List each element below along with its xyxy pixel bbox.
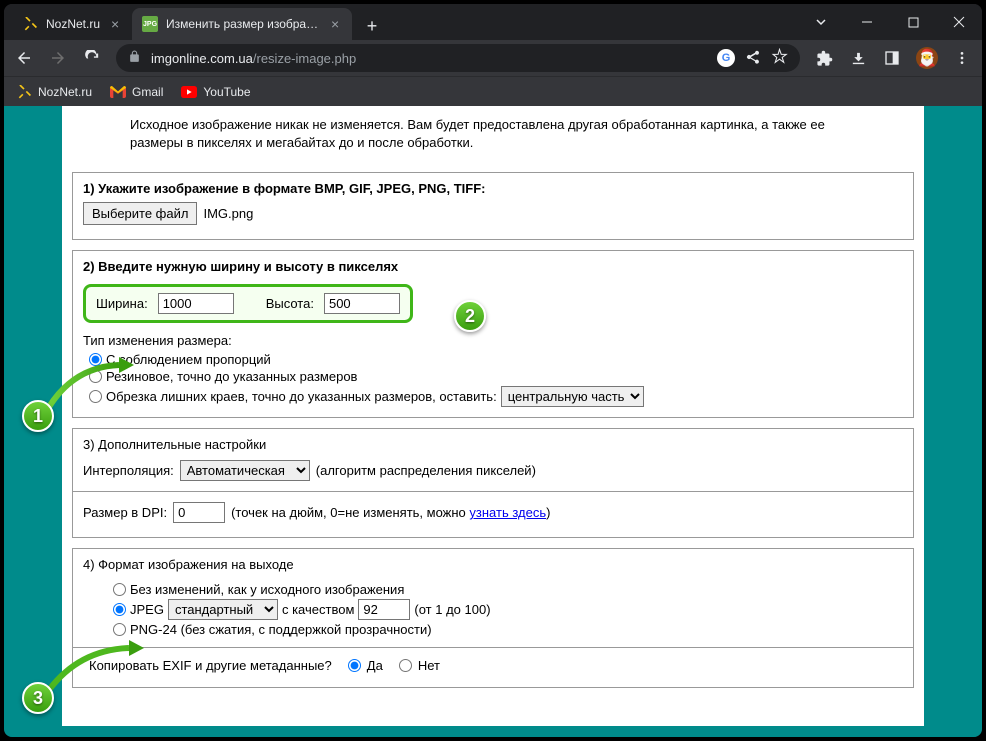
interpolation-select[interactable]: Автоматическая xyxy=(180,460,310,481)
section-2-dimensions: 2) Введите нужную ширину и высоту в пикс… xyxy=(72,250,914,418)
radio-format-png-label: PNG-24 (без сжатия, с поддержкой прозрач… xyxy=(130,622,432,637)
page-content[interactable]: Исходное изображение никак не изменяется… xyxy=(4,106,982,737)
section-1-file: 1) Укажите изображение в формате BMP, GI… xyxy=(72,172,914,240)
window-chevron-icon[interactable] xyxy=(798,6,844,38)
menu-icon[interactable] xyxy=(952,48,972,68)
wrench-icon xyxy=(22,16,38,32)
extensions-icon[interactable] xyxy=(814,48,834,68)
radio-format-same-label: Без изменений, как у исходного изображен… xyxy=(130,582,404,597)
jpeg-label: JPEG xyxy=(130,602,164,617)
bookmark-noznet[interactable]: NozNet.ru xyxy=(16,84,92,100)
tab-imgonline[interactable]: JPG Изменить размер изображения × xyxy=(132,8,352,40)
lock-icon xyxy=(128,50,141,66)
interpolation-note: (алгоритм распределения пикселей) xyxy=(316,463,536,478)
choose-file-button[interactable]: Выберите файл xyxy=(83,202,197,225)
width-label: Ширина: xyxy=(96,296,148,311)
quality-range-label: (от 1 до 100) xyxy=(414,602,490,617)
close-window-button[interactable] xyxy=(936,6,982,38)
interpolation-label: Интерполяция: xyxy=(83,463,174,478)
radio-crop-label: Обрезка лишних краев, точно до указанных… xyxy=(106,389,497,404)
maximize-button[interactable] xyxy=(890,6,936,38)
window-controls xyxy=(798,6,982,38)
tab-title: Изменить размер изображения xyxy=(166,17,320,31)
share-icon[interactable] xyxy=(745,49,761,68)
section-4-format: 4) Формат изображения на выходе Без изме… xyxy=(72,548,914,688)
intro-text: Исходное изображение никак не изменяется… xyxy=(72,116,914,162)
radio-exif-no[interactable] xyxy=(399,659,412,672)
exif-no-label: Нет xyxy=(418,658,440,673)
profile-avatar[interactable]: 🎅 xyxy=(916,47,938,69)
annotation-arrow-1 xyxy=(44,357,134,412)
forward-button[interactable] xyxy=(48,48,68,68)
gmail-icon xyxy=(110,84,126,100)
browser-toolbar: imgonline.com.ua/resize-image.php G 🎅 xyxy=(4,40,982,76)
new-tab-button[interactable]: + xyxy=(358,12,386,40)
close-icon[interactable]: × xyxy=(108,17,122,31)
height-label: Высота: xyxy=(266,296,314,311)
section-3-title: 3) Дополнительные настройки xyxy=(83,437,903,452)
quality-label: с качеством xyxy=(282,602,354,617)
url-text: imgonline.com.ua/resize-image.php xyxy=(151,51,707,66)
google-icon[interactable]: G xyxy=(717,49,735,67)
section-3-additional: 3) Дополнительные настройки Интерполяция… xyxy=(72,428,914,538)
radio-format-png[interactable] xyxy=(113,623,126,636)
browser-tabs: NozNet.ru × JPG Изменить размер изображе… xyxy=(4,4,798,40)
jpeg-type-select[interactable]: стандартный xyxy=(168,599,278,620)
bookmark-youtube[interactable]: YouTube xyxy=(181,84,250,100)
panel-icon[interactable] xyxy=(882,48,902,68)
dpi-input[interactable] xyxy=(173,502,225,523)
radio-format-same[interactable] xyxy=(113,583,126,596)
exif-yes-label: Да xyxy=(367,658,383,673)
radio-format-jpeg[interactable] xyxy=(113,603,126,616)
reload-button[interactable] xyxy=(82,48,102,68)
tab-title: NozNet.ru xyxy=(46,17,100,31)
download-icon[interactable] xyxy=(848,48,868,68)
dimensions-highlight: Ширина: Высота: xyxy=(83,284,413,323)
radio-stretch-label: Резиновое, точно до указанных размеров xyxy=(106,369,357,384)
annotation-badge-1: 1 xyxy=(22,400,54,432)
wrench-icon xyxy=(16,84,32,100)
resize-type-label: Тип изменения размера: xyxy=(83,333,903,348)
crop-position-select[interactable]: центральную часть xyxy=(501,386,644,407)
section-1-title: 1) Укажите изображение в формате BMP, GI… xyxy=(83,181,903,196)
minimize-button[interactable] xyxy=(844,6,890,38)
annotation-badge-2: 2 xyxy=(454,300,486,332)
learn-here-link[interactable]: узнать здесь xyxy=(469,505,546,520)
section-4-title: 4) Формат изображения на выходе xyxy=(83,557,903,572)
jpg-icon: JPG xyxy=(142,16,158,32)
back-button[interactable] xyxy=(14,48,34,68)
bookmarks-bar: NozNet.ru Gmail YouTube xyxy=(4,76,982,106)
tab-noznet[interactable]: NozNet.ru × xyxy=(12,8,132,40)
quality-input[interactable] xyxy=(358,599,410,620)
close-icon[interactable]: × xyxy=(328,17,342,31)
youtube-icon xyxy=(181,84,197,100)
width-input[interactable] xyxy=(158,293,234,314)
filename-label: IMG.png xyxy=(203,206,253,221)
window-titlebar: NozNet.ru × JPG Изменить размер изображе… xyxy=(4,4,982,40)
annotation-badge-3: 3 xyxy=(22,682,54,714)
dpi-label: Размер в DPI: xyxy=(83,505,167,520)
section-2-title: 2) Введите нужную ширину и высоту в пикс… xyxy=(83,259,903,274)
star-icon[interactable] xyxy=(771,48,788,68)
annotation-arrow-3 xyxy=(44,640,144,695)
radio-exif-yes[interactable] xyxy=(348,659,361,672)
address-bar[interactable]: imgonline.com.ua/resize-image.php G xyxy=(116,44,800,72)
height-input[interactable] xyxy=(324,293,400,314)
bookmark-gmail[interactable]: Gmail xyxy=(110,84,163,100)
